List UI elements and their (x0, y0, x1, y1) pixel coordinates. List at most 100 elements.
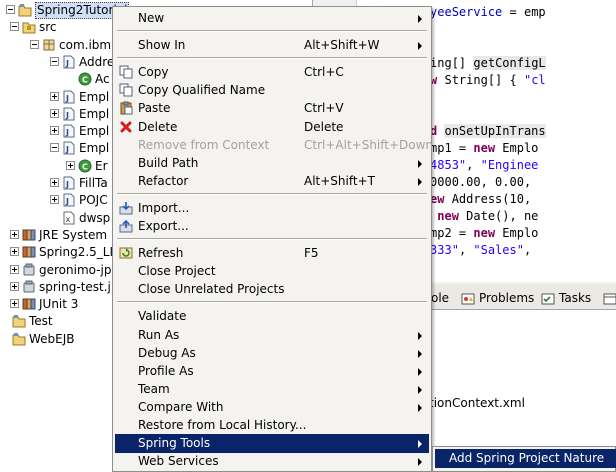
project-icon (12, 332, 26, 346)
menu-item-label: Export... (138, 219, 189, 233)
java-file-icon: J (62, 107, 76, 121)
tasks-icon (541, 291, 555, 305)
java-file-icon: J (62, 141, 76, 155)
tree-node-label: geronimo-jp (39, 262, 112, 277)
expand-icon[interactable] (10, 299, 19, 309)
menu-item-copy[interactable]: Copy Ctrl+C (115, 63, 429, 82)
svg-text:C: C (82, 162, 88, 171)
svg-text:J: J (65, 128, 69, 137)
menu-item-build-path[interactable]: Build Path (115, 154, 429, 173)
menu-item-profile-as[interactable]: Profile As (115, 362, 429, 381)
expand-icon[interactable] (50, 108, 59, 118)
code-token: , (458, 243, 474, 257)
menu-separator (117, 30, 427, 33)
menu-item-add-spring-project-nature[interactable]: Add Spring Project Nature (435, 449, 616, 468)
svg-text:J: J (65, 94, 69, 103)
refresh-icon (119, 246, 133, 260)
library-icon (22, 297, 36, 311)
expand-icon[interactable] (66, 160, 75, 170)
tree-node-label: JRE System (39, 227, 108, 242)
expand-icon[interactable] (50, 91, 59, 101)
copy-qualified-name-icon (119, 83, 133, 97)
tree-node-label: Empl (79, 89, 110, 104)
xml-file-icon: x (62, 211, 76, 225)
menu-item-label: Copy Qualified Name (138, 83, 266, 98)
menu-item-label: Import... (138, 200, 190, 215)
menu-item-show-in[interactable]: Show In Alt+Shift+W (115, 36, 429, 55)
problems-icon (461, 291, 475, 305)
collapse-icon[interactable] (50, 143, 59, 153)
menu-item-refactor[interactable]: Refactor Alt+Shift+T (115, 172, 429, 191)
view-tab-label: Problems (479, 291, 535, 305)
menu-item-label: New (138, 11, 165, 25)
collapse-icon[interactable] (6, 5, 15, 14)
menu-item-shortcut: Delete (304, 119, 344, 134)
code-token: String[] { (444, 73, 524, 87)
submenu-arrow-icon (418, 403, 422, 412)
menu-item-import[interactable]: Import... (115, 199, 429, 218)
menu-item-label: Add Spring Project Nature (449, 451, 605, 465)
expand-icon[interactable] (10, 247, 19, 257)
svg-text:J: J (65, 59, 69, 68)
submenu-arrow-icon (418, 331, 422, 340)
menu-item-shortcut: Alt+Shift+W (304, 38, 380, 53)
tree-node-label: Addre (79, 54, 115, 69)
menu-item-export[interactable]: Export... (115, 217, 429, 236)
expand-icon[interactable] (50, 178, 59, 187)
collapse-icon[interactable] (10, 22, 19, 32)
jar-icon (22, 263, 36, 277)
view-tab[interactable]: Tasks (537, 287, 597, 309)
menu-item-validate[interactable]: Validate (115, 307, 429, 326)
menu-item-label: Refactor (138, 173, 189, 188)
expand-icon[interactable] (10, 264, 19, 274)
spring-tools-submenu: Add Spring Project Nature (432, 446, 616, 472)
code-token: "Sales" (473, 243, 524, 257)
code-token: new (437, 209, 467, 223)
expand-icon[interactable] (10, 229, 19, 239)
menu-item-label: Refresh (138, 246, 184, 261)
code-token: = (502, 5, 524, 19)
menu-separator (117, 192, 427, 195)
menu-item-run-as[interactable]: Run As (115, 326, 429, 345)
view-tab-label: Tasks (559, 291, 592, 305)
menu-item-label: Spring Tools (138, 436, 211, 451)
menu-item-close-project[interactable]: Close Project (115, 262, 429, 281)
svg-text:x: x (66, 215, 71, 224)
collapse-icon[interactable] (50, 56, 59, 66)
menu-item-close-unrelated-projects[interactable]: Close Unrelated Projects (115, 280, 429, 299)
menu-item-shortcut: F5 (304, 246, 319, 261)
menu-item-spring-tools[interactable]: Spring Tools (115, 434, 429, 454)
menu-item-compare-with[interactable]: Compare With (115, 398, 429, 417)
menu-item-refresh[interactable]: Refresh F5 (115, 244, 429, 263)
menu-item-team[interactable]: Team (115, 380, 429, 399)
tree-node-label: WebEJB (29, 331, 75, 346)
collapse-icon[interactable] (30, 39, 39, 49)
menu-item-web-services[interactable]: Web Services (115, 452, 429, 471)
expand-icon[interactable] (10, 281, 19, 291)
code-token: Address(10, (451, 192, 539, 206)
menu-item-shortcut: Alt+Shift+T (304, 173, 375, 188)
menu-item-shortcut: Ctrl+V (304, 101, 344, 116)
menu-item-restore-from-local-history[interactable]: Restore from Local History... (115, 416, 429, 435)
tree-node-label: FillTa (79, 176, 108, 190)
svg-text:J: J (65, 145, 69, 154)
view-tab[interactable] (599, 287, 616, 309)
menu-item-delete[interactable]: Delete Delete (115, 118, 429, 137)
copy-icon (119, 65, 133, 79)
menu-item-new[interactable]: New (115, 9, 429, 28)
view-tab[interactable]: Problems (457, 287, 540, 309)
expand-icon[interactable] (50, 195, 59, 205)
menu-item-copy-qualified-name[interactable]: Copy Qualified Name (115, 81, 429, 100)
submenu-arrow-icon (418, 42, 422, 51)
menu-item-debug-as[interactable]: Debug As (115, 344, 429, 363)
expand-icon[interactable] (50, 126, 59, 136)
library-icon (22, 228, 36, 242)
code-token: emp (523, 5, 546, 19)
menu-item-label: Run As (138, 327, 180, 342)
menu-item-paste[interactable]: Paste Ctrl+V (115, 99, 429, 118)
jar-icon (22, 280, 36, 294)
submenu-arrow-icon (418, 349, 422, 358)
code-token: "Enginee (480, 158, 539, 172)
context-menu: New Show In Alt+Shift+W Copy Ctrl+C Copy Qual… (112, 6, 433, 472)
tree-node-label: Er (95, 158, 108, 173)
